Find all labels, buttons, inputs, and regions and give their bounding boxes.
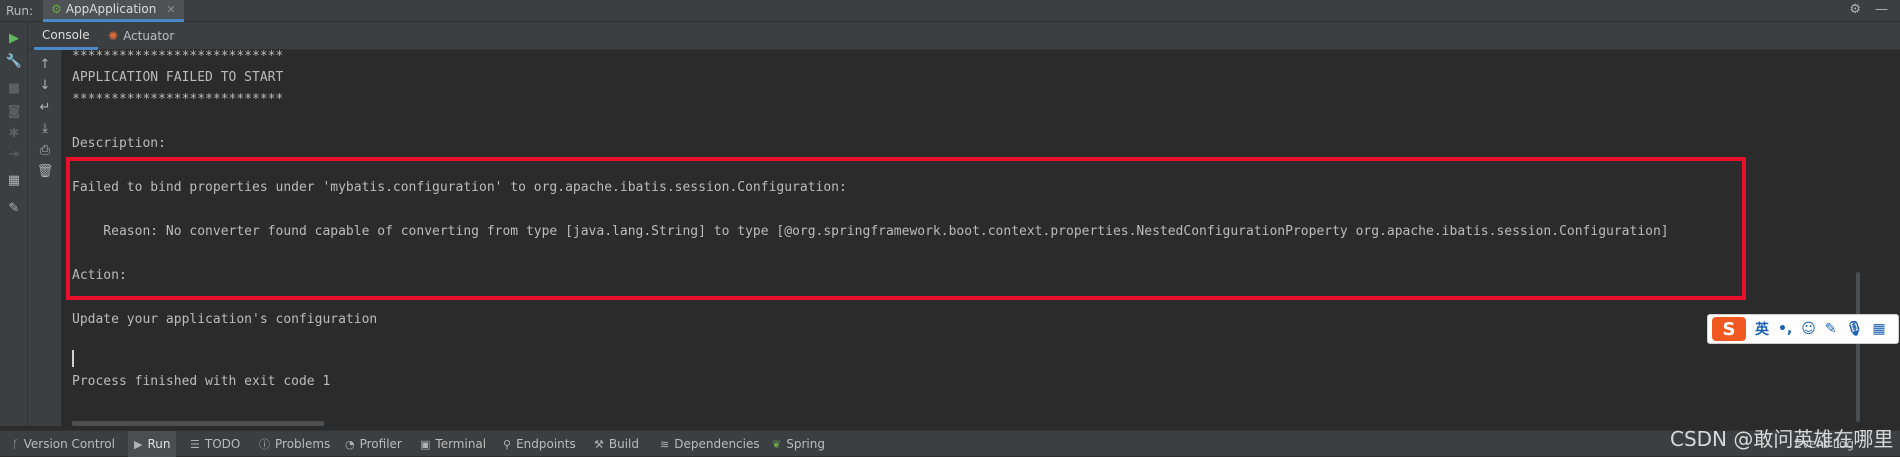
tool-label: Problems [275,437,331,451]
rerun-icon[interactable]: ▶ [4,28,24,48]
console-line: Process finished with exit code 1 [72,374,331,389]
scroll-to-end-icon[interactable]: ⤓ [35,118,55,138]
tool-todo[interactable]: ☰ TODO [190,431,240,457]
console-line: Update your application's configuration [72,312,378,327]
vertical-scrollbar[interactable] [1856,272,1860,422]
tab-actuator-label: Actuator [123,29,175,43]
tool-label: Endpoints [516,437,576,451]
actuator-icon: ✺ [108,29,119,43]
terminal-icon: ▣ [420,437,431,451]
leaf-icon: ❦ [772,437,782,451]
pin-icon[interactable]: ✎ [4,198,24,218]
info-icon: ⓘ [259,438,270,451]
branch-icon: ᚴ [12,437,19,451]
hammer-icon: ⚒ [594,437,604,451]
wrench-icon[interactable]: 🔧 [4,51,24,71]
tool-build[interactable]: ⚒ Build [594,431,639,457]
list-icon: ☰ [190,437,200,451]
ime-language-toggle[interactable]: 英 [1755,319,1769,339]
ime-toolbar[interactable]: S 英 •, ☺ ✎ 🎙 ▦ [1707,314,1899,344]
tool-version-control[interactable]: ᚴ Version Control [12,431,115,457]
close-icon[interactable]: ✕ [166,3,175,16]
pen-icon[interactable]: ✎ [1825,321,1837,337]
arrow-down-icon[interactable]: ↓ [35,75,55,95]
run-header: Run: ⚙ AppApplication ✕ ⚙ — [0,0,1900,22]
tool-label: TODO [204,437,241,451]
tab-actuator[interactable]: ✺ Actuator [100,22,182,50]
console-line: Description: [72,136,166,151]
tab-console-label: Console [42,27,90,42]
stop-icon[interactable]: ■ [4,78,24,98]
punctuation-icon[interactable]: •, [1778,321,1792,337]
layers-icon: ≋ [660,437,670,451]
tool-terminal[interactable]: ▣ Terminal [420,431,486,457]
text-caret [72,350,74,367]
print-icon[interactable]: ⎙ [35,140,55,160]
tool-problems[interactable]: ⓘ Problems [259,431,330,457]
tool-dependencies[interactable]: ≋ Dependencies [660,431,760,457]
run-label: Run: [6,3,34,18]
exit-icon[interactable]: ⇥ [4,144,24,164]
run-config-title: AppApplication [65,2,157,16]
console-tab-strip: Console ✺ Actuator [0,22,1900,50]
tool-endpoints[interactable]: ⚲ Endpoints [503,431,576,457]
settings-gear-icon[interactable]: ⚙ [1849,2,1861,17]
tab-console[interactable]: Console [34,22,98,50]
grid-menu-icon[interactable]: ▦ [1872,321,1885,337]
microphone-icon[interactable]: 🎙 [1846,321,1864,337]
run-config-tab[interactable]: ⚙ AppApplication ✕ [43,0,184,22]
profiler-icon: ◔ [345,437,355,451]
minimize-icon[interactable]: — [1875,2,1888,17]
tool-label: Dependencies [674,437,760,451]
tool-profiler[interactable]: ◔ Profiler [345,431,402,457]
console-line: APPLICATION FAILED TO START [72,70,284,85]
run-icon: ▶ [134,437,143,451]
arrow-up-icon[interactable]: ↑ [35,54,55,74]
tool-label: Run [147,437,171,451]
run-toolbar: ▶ 🔧 ■ ◙ ✱ ⇥ ▦ ✎ [0,22,28,426]
tool-label: Profiler [359,437,402,451]
sogou-logo-icon[interactable]: S [1712,317,1746,341]
tool-label: Spring [786,437,825,451]
horizontal-scrollbar[interactable] [72,421,324,426]
console-line: *************************** [72,50,284,64]
error-highlight-box [66,157,1746,300]
emoji-icon[interactable]: ☺ [1801,321,1816,337]
tool-label: Version Control [23,437,115,451]
layout-icon[interactable]: ▦ [4,170,24,190]
tool-window-bar: ᚴ Version Control ▶ Run ☰ TODO ⓘ Problem… [0,430,1900,457]
tool-run[interactable]: ▶ Run [128,431,177,457]
debug-icon[interactable]: ✱ [4,123,24,143]
tool-label: Build [608,437,639,451]
endpoints-icon: ⚲ [503,437,512,451]
csdn-watermark: CSDN @敢问英雄在哪里 [1670,427,1894,451]
tool-label: Terminal [435,437,487,451]
spring-boot-icon: ⚙ [51,2,62,16]
soft-wrap-icon[interactable]: ↵ [35,97,55,117]
console-line: *************************** [72,92,284,107]
tool-spring[interactable]: ❦ Spring [772,431,825,457]
camera-icon[interactable]: ◙ [4,101,24,121]
trash-icon[interactable]: 🗑 [35,161,55,181]
console-toolbar: ↑ ↓ ↵ ⤓ ⎙ 🗑 [28,50,62,426]
